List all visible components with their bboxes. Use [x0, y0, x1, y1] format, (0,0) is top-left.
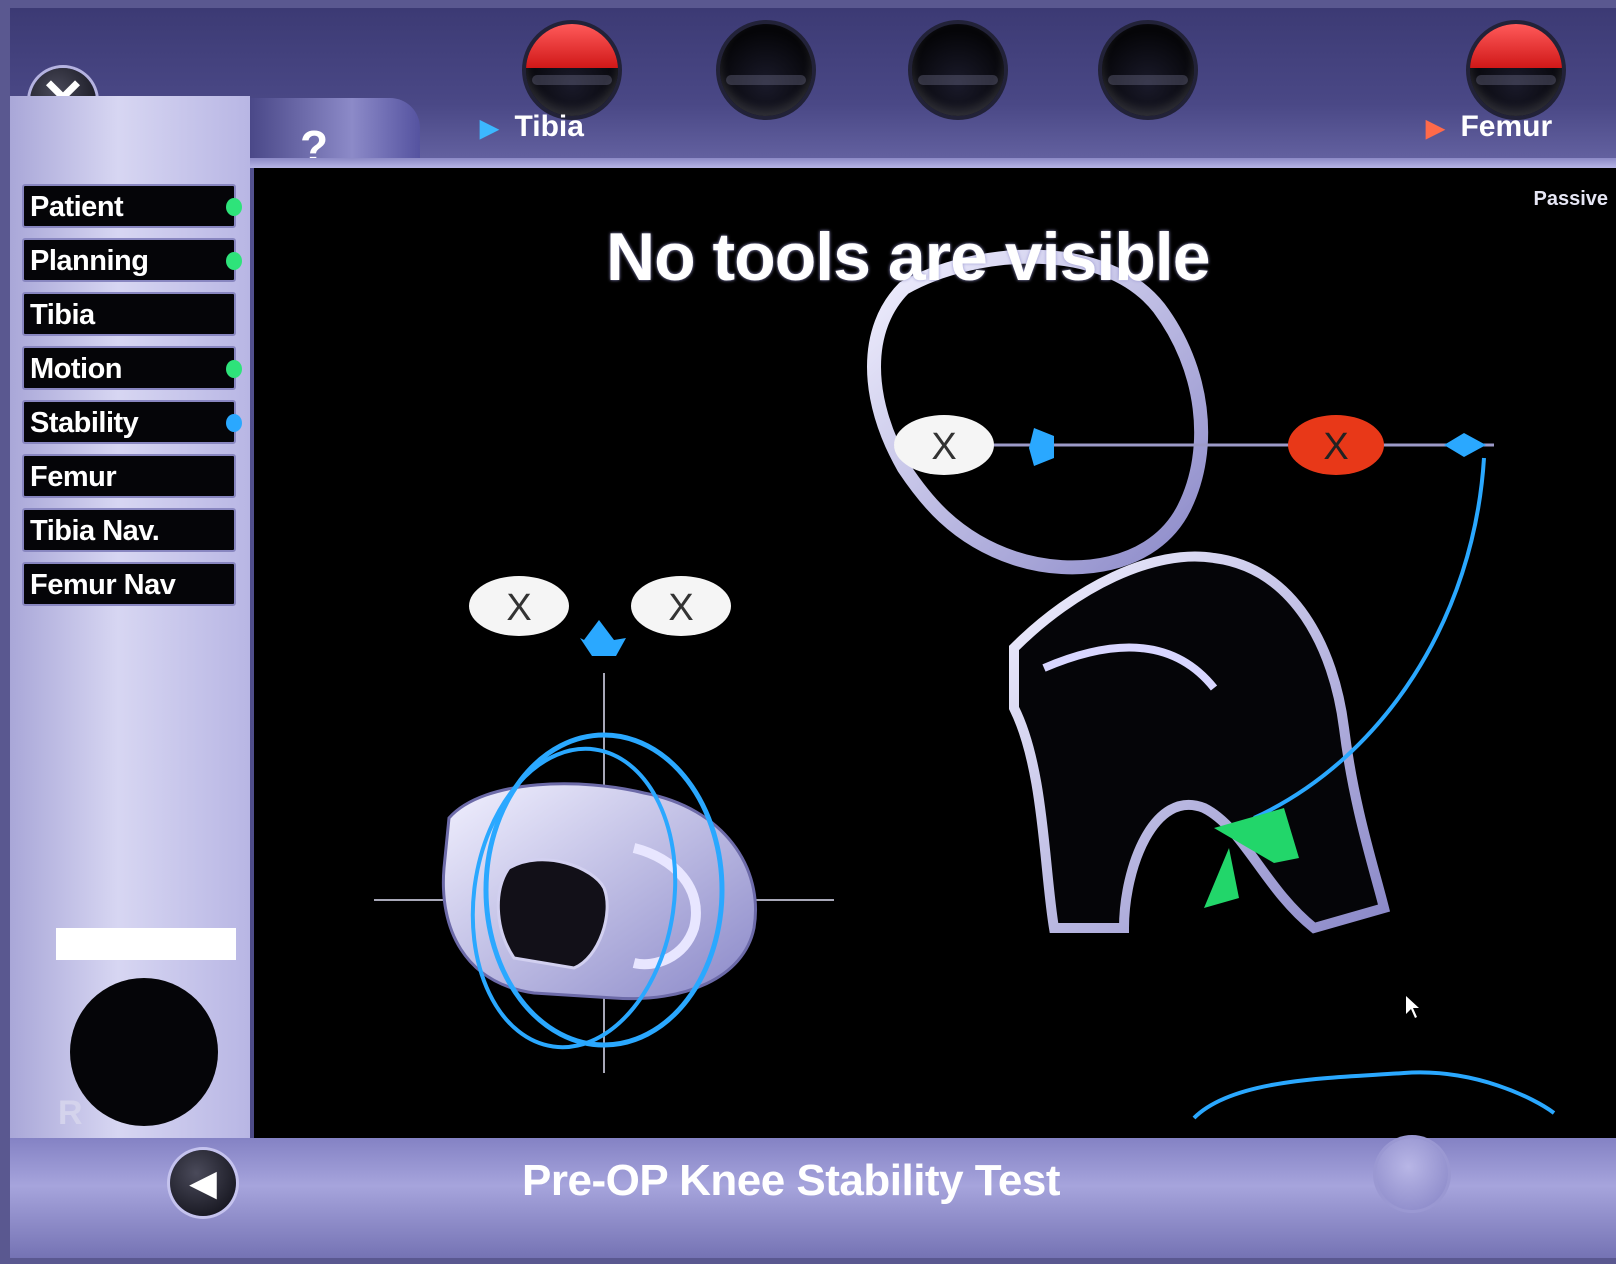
- sidebar-item-stability[interactable]: Stability: [22, 400, 242, 444]
- navigation-screen: ? ▶Tibia ▶Femur ✕ Patient Planning Tibia…: [10, 8, 1616, 1258]
- marker-label: X: [1323, 426, 1348, 468]
- sidebar-item-femur-nav[interactable]: Femur Nav: [22, 562, 236, 606]
- status-message: No tools are visible: [606, 219, 1211, 295]
- sidebar-item-femur[interactable]: Femur: [22, 454, 236, 498]
- sidebar-item-patient[interactable]: Patient: [22, 184, 242, 228]
- status-dot: [226, 360, 242, 378]
- play-icon: ▶: [480, 115, 499, 142]
- camera-view-circle: [70, 978, 218, 1126]
- bottom-curve: [1192, 1070, 1556, 1120]
- tab-femur-label: Femur: [1460, 110, 1553, 143]
- pointer-icon: [1406, 996, 1419, 1018]
- sidebar-item-planning[interactable]: Planning: [22, 238, 242, 282]
- tab-tibia[interactable]: ▶ Tibia: [480, 110, 584, 144]
- sidebar-item-label: Tibia: [30, 299, 95, 331]
- marker-label: X: [506, 587, 531, 629]
- sidebar-item-label: Tibia Nav.: [30, 515, 160, 547]
- sidebar-item-label: Femur Nav: [30, 569, 176, 601]
- page-title: Pre-OP Knee Stability Test: [522, 1156, 1061, 1205]
- play-icon: ▶: [1426, 115, 1445, 142]
- sidebar-item-label: Femur: [30, 461, 117, 493]
- sidebar-item-label: Planning: [30, 245, 149, 277]
- tab-femur[interactable]: ▶ Femur: [1426, 110, 1552, 144]
- tibia-bone: [1009, 551, 1391, 934]
- next-button[interactable]: [1376, 1138, 1448, 1210]
- sidebar-item-label: Stability: [30, 407, 139, 439]
- camera-sensor-indicator-3: [908, 20, 1008, 120]
- sidebar-item-tibia[interactable]: Tibia: [22, 292, 236, 336]
- progress-bar: [56, 928, 236, 960]
- sidebar-item-label: Motion: [30, 353, 123, 385]
- knee-model-graphics: X X X X: [374, 249, 1556, 1120]
- side-label: R: [58, 1094, 83, 1132]
- marker-label: X: [931, 426, 956, 468]
- top-bar: ? ▶ Tibia ▶ Femur: [10, 8, 1616, 173]
- femur-bone: [867, 249, 1209, 575]
- camera-sensor-indicator-5: [1466, 20, 1566, 120]
- tibia-axial-view: [374, 620, 834, 1073]
- status-dot: [226, 252, 242, 270]
- tab-tibia-label: Tibia: [514, 110, 584, 143]
- camera-sensor-indicator-2: [716, 20, 816, 120]
- status-dot: [226, 414, 242, 432]
- mode-label: Passive: [1533, 188, 1608, 210]
- main-viewport: X X X X No tools are visible Passive: [254, 168, 1616, 1150]
- knee-lateral-view: [867, 249, 1556, 1120]
- marker-label: X: [668, 587, 693, 629]
- camera-sensor-indicator-1: [522, 20, 622, 120]
- status-dot: [226, 198, 242, 216]
- header-divider: [250, 158, 1616, 168]
- sidebar-item-label: Patient: [30, 191, 124, 223]
- sidebar-item-tibia-nav[interactable]: Tibia Nav.: [22, 508, 236, 552]
- sidebar-item-motion[interactable]: Motion: [22, 346, 242, 390]
- back-button[interactable]: ◀: [170, 1150, 236, 1216]
- camera-sensor-indicator-4: [1098, 20, 1198, 120]
- help-tab[interactable]: [250, 98, 420, 160]
